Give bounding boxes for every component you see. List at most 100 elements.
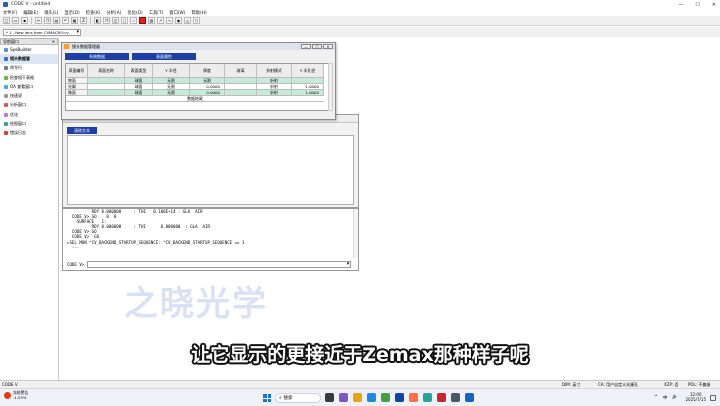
menu-help[interactable]: 帮助(H) bbox=[191, 10, 206, 16]
maximize-button[interactable]: ☐ bbox=[312, 44, 322, 49]
window-controls: — ☐ ✕ bbox=[678, 0, 716, 9]
text-output-area[interactable] bbox=[67, 135, 354, 205]
taskbar-clock[interactable]: 12:00 2025/7/15 bbox=[685, 392, 706, 402]
copy-icon[interactable]: ❐ bbox=[44, 17, 51, 24]
sidebar-item-label: 快速说 bbox=[10, 93, 22, 99]
command-output-scrollbar[interactable] bbox=[353, 209, 358, 258]
sidebar-item-plot[interactable]: 绘图窗口 bbox=[0, 119, 58, 128]
vertical-scrollbar[interactable] bbox=[328, 63, 333, 111]
menu-bar: 文件(F) 编辑(E) 镜头(L) 显示(D) 检查(K) 分析(A) 优化(O… bbox=[0, 9, 720, 16]
zoom-icon[interactable]: Z bbox=[80, 17, 87, 24]
column-header: Y 半孔径 bbox=[292, 64, 324, 78]
menu-window[interactable]: 窗口(W) bbox=[169, 10, 185, 16]
system-tray: ^ 中 🔊 bbox=[654, 395, 678, 401]
menu-analysis[interactable]: 分析(A) bbox=[106, 10, 121, 16]
app-icon bbox=[3, 2, 8, 7]
tab-surface-properties[interactable]: 表面属性 bbox=[132, 53, 196, 60]
weather-alert-icon bbox=[4, 392, 11, 399]
menu-tools[interactable]: 工具(T) bbox=[149, 10, 164, 16]
stop-icon[interactable] bbox=[139, 17, 146, 24]
mtf-icon[interactable]: ◬ bbox=[184, 17, 191, 24]
sidebar-item-label: OA 查看窗口 bbox=[10, 83, 34, 89]
sidebar-item-view-window[interactable]: OA 查看窗口 bbox=[0, 82, 58, 91]
word-icon[interactable] bbox=[395, 393, 404, 402]
close-button[interactable]: ✕ bbox=[323, 44, 333, 49]
ray-icon[interactable]: ↗ bbox=[157, 17, 164, 24]
surface-icon[interactable]: ◻ bbox=[121, 17, 128, 24]
sidebar-title: 导航窗口 bbox=[3, 38, 19, 44]
tray-overflow-icon[interactable]: ^ bbox=[654, 395, 658, 401]
input-method-indicator[interactable]: 中 bbox=[663, 395, 668, 401]
check-table-icon bbox=[4, 75, 8, 80]
minimize-button[interactable]: — bbox=[678, 2, 683, 8]
app-icon[interactable] bbox=[409, 393, 418, 402]
weather-widget[interactable]: 冻结警告 -1.03% bbox=[4, 390, 28, 400]
app-icon[interactable] bbox=[423, 393, 432, 402]
taskbar-search[interactable]: ⌕ 搜索 bbox=[275, 393, 321, 403]
sidebar-item-quick[interactable]: 快速说 bbox=[0, 91, 58, 100]
lens-data-tabs: 系统数据 表面属性 bbox=[65, 53, 196, 60]
sidebar-item-optimize[interactable]: 优化 bbox=[0, 110, 58, 119]
spot-icon[interactable]: ◉ bbox=[175, 17, 182, 24]
menu-edit[interactable]: 编辑(E) bbox=[23, 10, 38, 16]
window-title: CODE V - untitled bbox=[11, 2, 51, 7]
app-icon[interactable] bbox=[381, 393, 390, 402]
menu-file[interactable]: 文件(F) bbox=[3, 10, 17, 16]
plot-icon bbox=[4, 122, 8, 127]
bookmark-icon[interactable]: ◫ bbox=[112, 17, 119, 24]
wps-icon[interactable] bbox=[437, 393, 446, 402]
cut-icon[interactable]: ✂ bbox=[35, 17, 42, 24]
copy-lens-icon[interactable]: ❐ bbox=[103, 17, 110, 24]
sidebar-item-specbuilder[interactable]: SpeBuilder bbox=[0, 45, 58, 54]
lens-data-manager-title: 镜头数据管理器 bbox=[72, 43, 100, 49]
sidebar-item-lens-data-manager[interactable]: 镜头数据管 bbox=[0, 54, 58, 64]
grid-footer-row: 数据结尾 bbox=[66, 96, 328, 102]
windows-start-icon[interactable] bbox=[263, 394, 271, 402]
command-input[interactable] bbox=[87, 261, 352, 268]
menu-lens[interactable]: 镜头(L) bbox=[44, 10, 58, 16]
sidebar-item-command-line[interactable]: 命令行 bbox=[0, 64, 58, 73]
print-icon[interactable]: ▦ bbox=[71, 17, 78, 24]
edge-icon[interactable] bbox=[367, 393, 376, 402]
sidebar-item-analysis[interactable]: 分析窗口 bbox=[0, 101, 58, 110]
task-view-icon[interactable] bbox=[325, 393, 334, 402]
weather-text: 冻结警告 -1.03% bbox=[13, 390, 28, 400]
clear-text-button[interactable]: 清除文本 bbox=[67, 127, 97, 134]
new-file-icon[interactable]: □ bbox=[3, 17, 10, 24]
undo-icon[interactable]: ↶ bbox=[62, 17, 69, 24]
app-icon[interactable] bbox=[451, 393, 460, 402]
star-icon[interactable]: ☆ bbox=[130, 17, 137, 24]
menu-optimize[interactable]: 优化(O) bbox=[127, 10, 142, 16]
sidebar-item-check-table[interactable]: 检查相干表格 bbox=[0, 73, 58, 82]
folder-icon[interactable] bbox=[353, 393, 362, 402]
maximize-button[interactable]: ☐ bbox=[695, 2, 699, 8]
menu-check[interactable]: 检查(K) bbox=[86, 10, 101, 16]
lens-data-manager-titlebar[interactable]: 镜头数据管理器 — ☐ ✕ bbox=[62, 43, 335, 50]
menu-display[interactable]: 显示(D) bbox=[64, 10, 79, 16]
open-folder-icon[interactable]: ▭ bbox=[12, 17, 19, 24]
notification-icon[interactable] bbox=[710, 395, 716, 401]
app-icon[interactable] bbox=[339, 393, 348, 402]
paste-icon[interactable]: ▤ bbox=[53, 17, 60, 24]
layout-icon[interactable]: ▥ bbox=[148, 17, 155, 24]
tab-system-data[interactable]: 系统数据 bbox=[65, 53, 129, 60]
volume-icon[interactable]: 🔊 bbox=[672, 395, 678, 401]
codev-taskbar-icon[interactable] bbox=[465, 393, 474, 402]
lens-icon[interactable]: ◧ bbox=[94, 17, 101, 24]
wave-icon[interactable]: ∿ bbox=[166, 17, 173, 24]
sidebar-close-icon[interactable]: ✕ bbox=[52, 39, 55, 44]
sidebar-item-label: 错误日志 bbox=[10, 130, 26, 136]
save-icon[interactable]: ▪ bbox=[21, 17, 28, 24]
optimize-icon[interactable]: ⬡ bbox=[193, 17, 200, 24]
lens-selector[interactable]: * 1 - New lens from CVMACRO:cv bbox=[3, 28, 81, 36]
close-button[interactable]: ✕ bbox=[712, 2, 716, 8]
search-label: 搜索 bbox=[283, 396, 293, 401]
sidebar-item-label: 分析窗口 bbox=[10, 102, 26, 108]
text-output-window: 清除文本 bbox=[62, 114, 359, 208]
status-xzp: XZP: 否 bbox=[664, 381, 679, 387]
view-window-icon bbox=[4, 84, 8, 89]
sidebar-item-error-log[interactable]: 错误日志 bbox=[0, 129, 58, 138]
minimize-button[interactable]: — bbox=[301, 44, 311, 49]
lens-data-grid: 表面编号 表面名称 表面类型 Y 半径 厚度 玻璃 折射模式 Y 半孔径 物面 … bbox=[65, 63, 329, 111]
command-prompt-row: CODE V> bbox=[63, 260, 360, 269]
